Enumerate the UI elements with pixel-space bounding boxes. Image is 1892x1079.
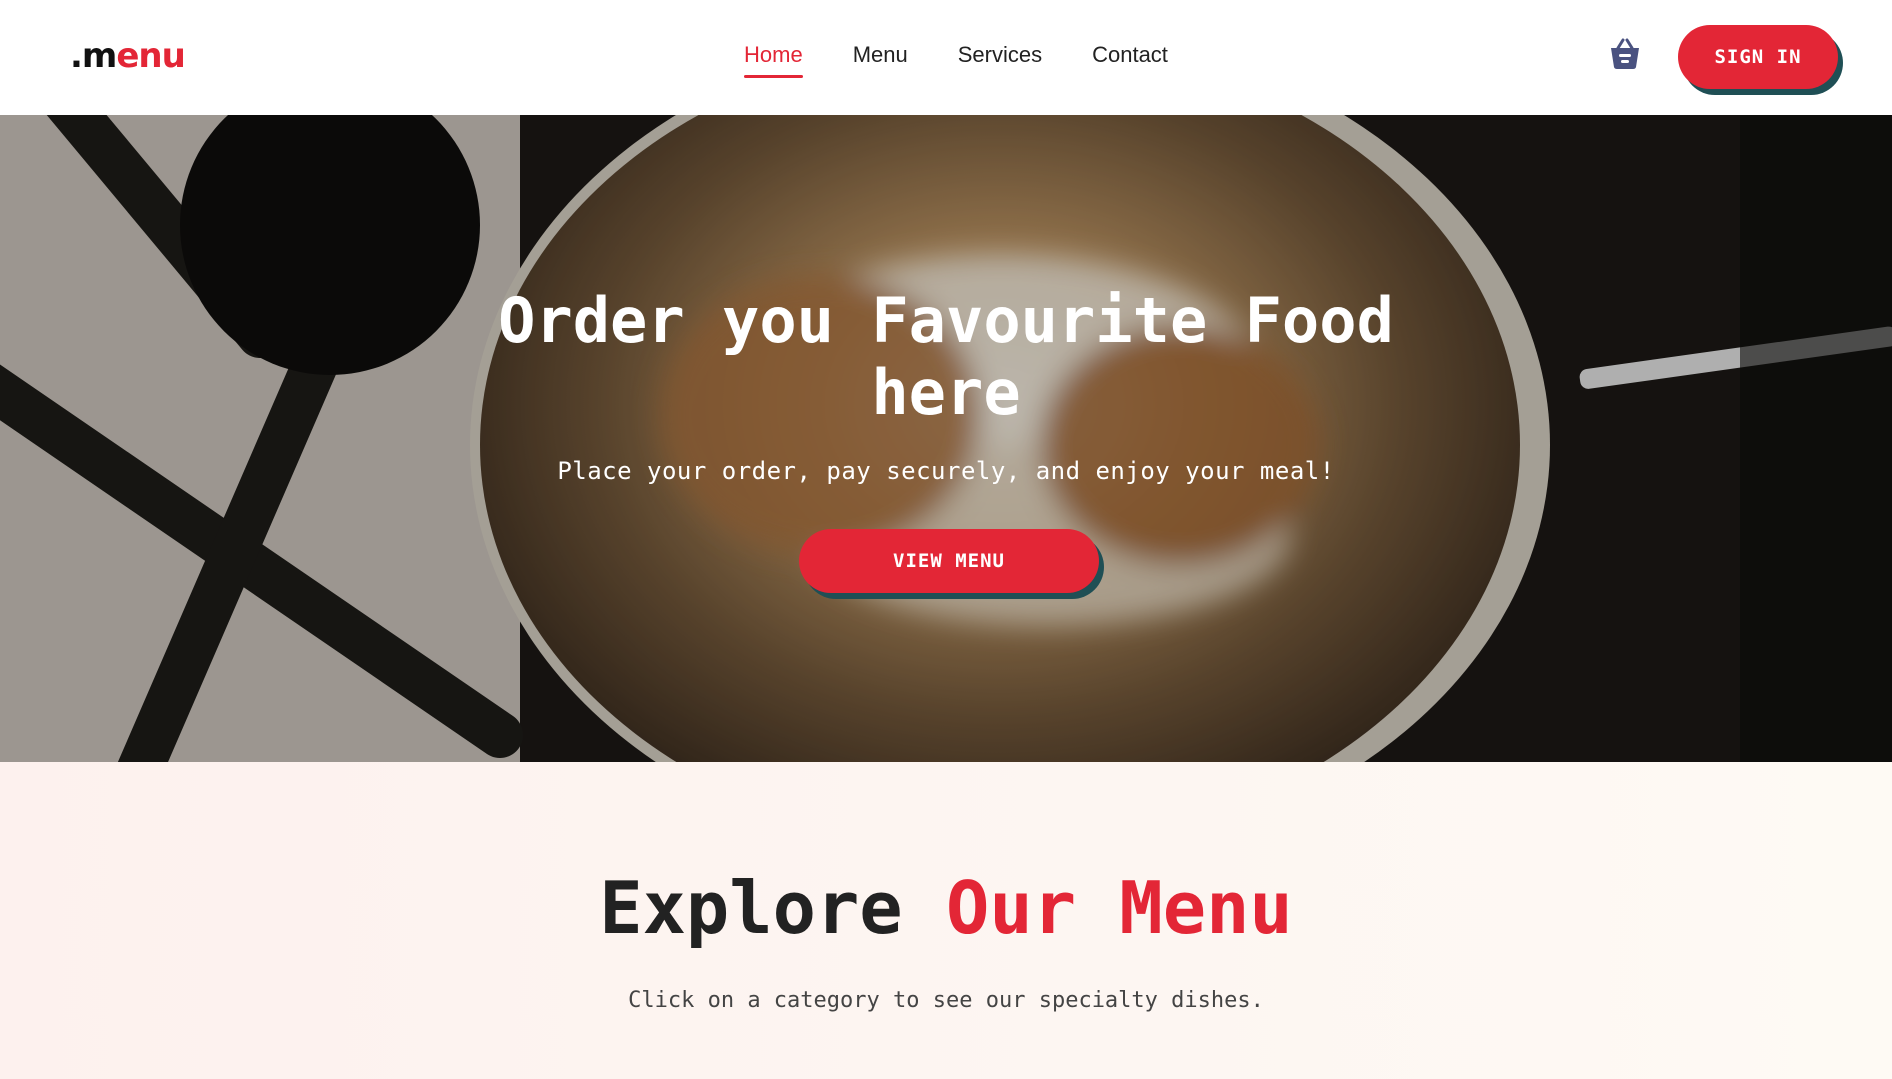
explore-title-main: Explore xyxy=(599,866,946,950)
hero-overlay xyxy=(0,115,1892,762)
explore-title: Explore Our Menu xyxy=(0,866,1892,950)
logo-dot: . xyxy=(70,36,83,76)
nav-services[interactable]: Services xyxy=(958,42,1042,76)
explore-title-accent: Our Menu xyxy=(946,866,1293,950)
hero-section: Order you Favourite Food here Place your… xyxy=(0,115,1892,762)
sign-in-button[interactable]: SIGN IN xyxy=(1678,25,1838,89)
hero-title: Order you Favourite Food here xyxy=(0,285,1892,429)
hero-title-line1: Order you Favourite Food xyxy=(498,284,1394,357)
view-menu-button[interactable]: VIEW MENU xyxy=(799,529,1099,593)
nav-menu[interactable]: Menu xyxy=(853,42,908,76)
main-nav: Home Menu Services Contact xyxy=(744,42,1218,78)
cart-button[interactable] xyxy=(1606,36,1644,72)
nav-home[interactable]: Home xyxy=(744,42,803,78)
hero-title-line2: here xyxy=(871,356,1021,429)
explore-menu-section: Explore Our Menu Click on a category to … xyxy=(0,762,1892,1079)
logo-rest: enu xyxy=(116,36,185,76)
site-header: . m enu Home Menu Services Contact SIGN IN xyxy=(0,0,1892,115)
basket-icon xyxy=(1611,38,1639,69)
site-logo[interactable]: . m enu xyxy=(70,36,186,76)
hero-subtitle: Place your order, pay securely, and enjo… xyxy=(557,457,1335,485)
nav-contact[interactable]: Contact xyxy=(1092,42,1168,76)
logo-m: m xyxy=(81,36,117,76)
explore-subtitle: Click on a category to see our specialty… xyxy=(628,988,1264,1013)
